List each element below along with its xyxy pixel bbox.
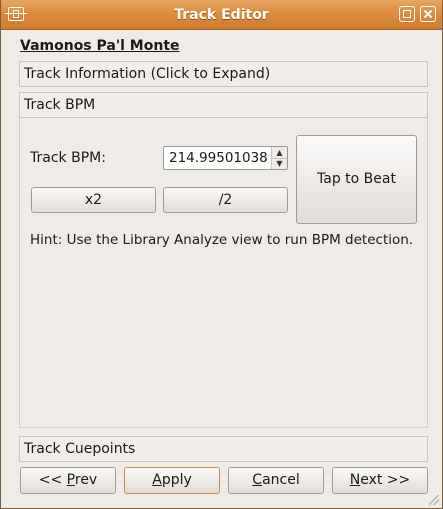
next-button[interactable]: Next >> xyxy=(332,467,428,494)
prev-label-rest: rev xyxy=(74,472,98,488)
apply-button[interactable]: Apply xyxy=(124,467,220,494)
track-information-expander[interactable]: Track Information (Click to Expand) xyxy=(19,61,428,87)
cancel-button[interactable]: Cancel xyxy=(228,467,324,494)
prev-label-prefix: << xyxy=(38,472,67,488)
prev-mnemonic: P xyxy=(66,472,75,488)
bpm-hint-text: Hint: Use the Library Analyze view to ru… xyxy=(30,232,414,248)
maximize-icon[interactable] xyxy=(399,6,415,22)
track-bpm-label: Track BPM: xyxy=(30,150,106,166)
prev-button[interactable]: << Prev xyxy=(20,467,116,494)
spin-arrows: ▲ ▼ xyxy=(271,147,287,169)
track-editor-window: Track Editor Vamonos Pa'l Monte Track In… xyxy=(0,0,443,509)
track-title: Vamonos Pa'l Monte xyxy=(20,38,180,54)
window-title: Track Editor xyxy=(174,7,269,23)
apply-mnemonic: A xyxy=(152,472,162,488)
cancel-mnemonic: C xyxy=(252,472,263,488)
arrow-down-icon[interactable]: ▼ xyxy=(272,158,287,169)
bpm-spinbox[interactable]: ▲ ▼ xyxy=(163,146,288,170)
tap-to-beat-button[interactable]: Tap to Beat xyxy=(296,135,417,224)
next-label-rest: ext >> xyxy=(360,472,411,488)
bpm-input[interactable] xyxy=(164,147,272,169)
cancel-label-rest: ancel xyxy=(262,472,300,488)
apply-label-rest: pply xyxy=(161,472,192,488)
next-mnemonic: N xyxy=(349,472,361,488)
half-bpm-button[interactable]: /2 xyxy=(163,187,288,213)
track-cuepoints-expander[interactable]: Track Cuepoints xyxy=(19,436,428,462)
resize-grip-icon[interactable] xyxy=(429,495,439,505)
double-bpm-button[interactable]: x2 xyxy=(31,187,156,213)
close-icon[interactable] xyxy=(420,6,436,22)
track-bpm-header[interactable]: Track BPM xyxy=(19,92,428,118)
title-bar[interactable]: Track Editor xyxy=(1,0,442,30)
